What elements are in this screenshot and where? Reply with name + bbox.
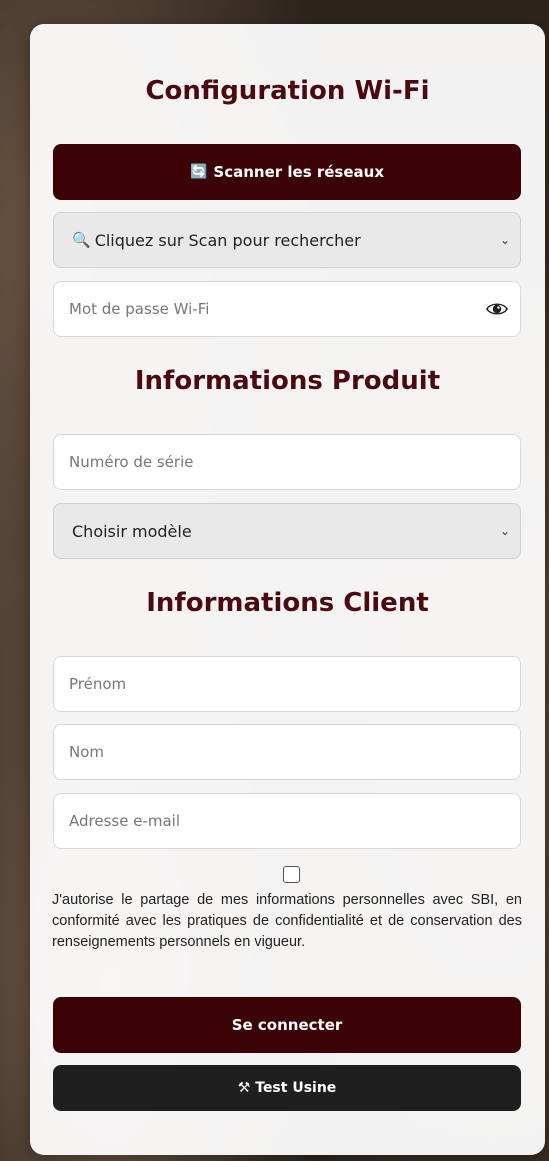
scan-networks-button[interactable]: 🔄 Scanner les réseaux [53, 144, 521, 200]
refresh-icon: 🔄 [189, 164, 208, 180]
last-name-placeholder: Nom [69, 743, 105, 761]
network-select[interactable]: 🔍 Cliquez sur Scan pour rechercher ⌄ [53, 212, 521, 268]
wifi-section-title: Configuration Wi-Fi [145, 76, 430, 106]
model-select[interactable]: Choisir modèle ⌄ [53, 503, 521, 559]
scan-networks-label: Scanner les réseaux [213, 163, 385, 181]
wrench-icon: ⚒ [237, 1080, 251, 1096]
serial-number-placeholder: Numéro de série [69, 453, 194, 471]
setup-card: Configuration Wi-Fi 🔄 Scanner les réseau… [30, 24, 545, 1155]
chevron-down-icon: ⌄ [499, 524, 510, 538]
email-field[interactable]: Adresse e-mail [53, 793, 521, 849]
first-name-field[interactable]: Prénom [53, 656, 521, 712]
connect-button-label: Se connecter [231, 1016, 343, 1034]
network-select-value: Cliquez sur Scan pour rechercher [94, 230, 361, 250]
last-name-field[interactable]: Nom [53, 724, 521, 780]
email-placeholder: Adresse e-mail [69, 812, 180, 830]
factory-test-label: Test Usine [255, 1080, 337, 1096]
wifi-password-field[interactable]: Mot de passe Wi-Fi [53, 281, 521, 337]
consent-text: J'autorise le partage de mes information… [52, 892, 522, 950]
product-section-title: Informations Produit [134, 366, 441, 396]
eye-icon[interactable] [486, 298, 508, 320]
magnifier-icon: 🔍 [72, 231, 91, 249]
model-select-value: Choisir modèle [72, 521, 192, 541]
client-section-title: Informations Client [146, 588, 429, 618]
first-name-placeholder: Prénom [69, 675, 127, 693]
connect-button[interactable]: Se connecter [53, 997, 521, 1053]
wifi-password-placeholder: Mot de passe Wi-Fi [69, 300, 210, 318]
chevron-down-icon: ⌄ [499, 233, 510, 247]
consent-checkbox[interactable] [283, 866, 300, 883]
factory-test-button[interactable]: ⚒ Test Usine [53, 1065, 521, 1111]
serial-number-field[interactable]: Numéro de série [53, 434, 521, 490]
